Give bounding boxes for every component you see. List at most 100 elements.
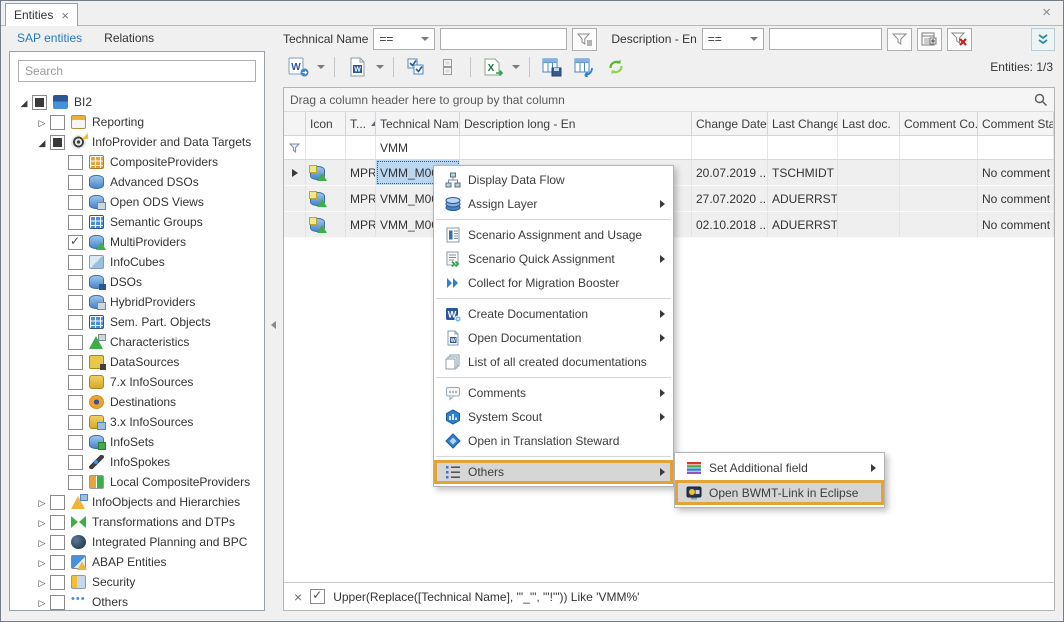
checkbox[interactable] — [68, 355, 83, 370]
tree-item-integrated-planning[interactable]: Integrated Planning and BPC — [10, 532, 264, 552]
checkbox[interactable] — [68, 155, 83, 170]
menu-item-system-scout[interactable]: System Scout — [434, 405, 673, 429]
menu-item-create-documentation[interactable]: W Create Documentation — [434, 302, 673, 326]
tree-item-infosets[interactable]: InfoSets — [10, 432, 264, 452]
tree-item-local-compositeproviders[interactable]: Local CompositeProviders — [10, 472, 264, 492]
tree-item-reporting[interactable]: Reporting — [10, 112, 264, 132]
checkbox[interactable] — [68, 375, 83, 390]
checkbox[interactable] — [68, 295, 83, 310]
filter-cell-last-change[interactable] — [768, 136, 838, 159]
menu-item-open-translation-steward[interactable]: Open in Translation Steward — [434, 429, 673, 453]
expand-icon[interactable] — [34, 535, 50, 549]
tree-item-multiproviders[interactable]: MultiProviders — [10, 232, 264, 252]
group-by-bar[interactable]: Drag a column header here to group by th… — [284, 88, 1054, 112]
export-excel-button[interactable]: X — [478, 55, 508, 79]
checkbox[interactable] — [68, 415, 83, 430]
filter-cell-description[interactable] — [460, 136, 692, 159]
checkbox[interactable] — [68, 215, 83, 230]
menu-item-display-data-flow[interactable]: Display Data Flow — [434, 168, 673, 192]
open-documentation-button[interactable]: W — [342, 55, 372, 79]
checkbox[interactable] — [50, 135, 65, 150]
filter-cell-icon[interactable] — [306, 136, 346, 159]
tree-item-characteristics[interactable]: Characteristics — [10, 332, 264, 352]
panel-splitter[interactable] — [267, 27, 281, 611]
column-header-change-date[interactable]: Change Date — [692, 112, 768, 135]
technical-name-filter-input[interactable] — [441, 29, 566, 49]
expand-icon[interactable] — [34, 595, 50, 609]
description-operator-select[interactable]: == — [702, 28, 764, 50]
checkbox[interactable] — [32, 95, 47, 110]
tab-sap-entities[interactable]: SAP entities — [11, 29, 94, 51]
menu-item-collect-migration-booster[interactable]: Collect for Migration Booster — [434, 271, 673, 295]
tree-item-advanced-dsos[interactable]: Advanced DSOs — [10, 172, 264, 192]
save-layout-button[interactable] — [537, 55, 567, 79]
checkbox[interactable] — [68, 475, 83, 490]
expand-icon[interactable] — [34, 495, 50, 509]
tree-item-3x-infosources[interactable]: 3.x InfoSources — [10, 412, 264, 432]
checkbox[interactable] — [50, 535, 65, 550]
export-dropdown[interactable] — [510, 55, 522, 79]
column-header-comment-co[interactable]: Comment Co... — [900, 112, 978, 135]
search-icon[interactable] — [1034, 93, 1048, 107]
menu-item-open-bwmt-link-in-eclipse[interactable]: Open BWMT-Link in Eclipse — [675, 480, 884, 505]
tab-entities[interactable]: Entities × — [5, 3, 78, 26]
tree-item-semantic-groups[interactable]: Semantic Groups — [10, 212, 264, 232]
tree-item-dsos[interactable]: DSOs — [10, 272, 264, 292]
column-header-technical-name[interactable]: Technical Name — [376, 112, 460, 135]
filter-cell-technical-name[interactable]: VMM — [376, 136, 460, 159]
expand-icon[interactable] — [34, 575, 50, 589]
restore-layout-button[interactable] — [569, 55, 599, 79]
checkbox[interactable] — [68, 175, 83, 190]
check-all-button[interactable] — [401, 55, 431, 79]
checkbox[interactable] — [68, 275, 83, 290]
description-filter-input[interactable] — [770, 29, 881, 49]
tree-item-infoprovider[interactable]: InfoProvider and Data Targets — [10, 132, 264, 152]
column-header-icon[interactable]: Icon — [306, 112, 346, 135]
menu-item-scenario-quick-assignment[interactable]: Scenario Quick Assignment — [434, 247, 673, 271]
menu-item-scenario-assignment[interactable]: Scenario Assignment and Usage — [434, 223, 673, 247]
tree-item-datasources[interactable]: DataSources — [10, 352, 264, 372]
remove-filter-icon[interactable]: × — [294, 590, 302, 604]
column-header-last-change[interactable]: Last Change... — [768, 112, 838, 135]
checkbox[interactable] — [50, 555, 65, 570]
tree-item-bi2[interactable]: BI2 — [10, 92, 264, 112]
checkbox[interactable] — [50, 115, 65, 130]
checkbox[interactable] — [68, 255, 83, 270]
description-filter-button[interactable] — [887, 28, 912, 51]
expand-icon[interactable] — [34, 515, 50, 529]
tree-item-sem-part-objects[interactable]: Sem. Part. Objects — [10, 312, 264, 332]
tree-item-others[interactable]: Others — [10, 592, 264, 611]
checkbox[interactable] — [68, 335, 83, 350]
expand-filter-panel-button[interactable] — [1031, 28, 1055, 51]
menu-item-list-of-documentations[interactable]: List of all created documentations — [434, 350, 673, 374]
tree-item-infocubes[interactable]: InfoCubes — [10, 252, 264, 272]
menu-item-comments[interactable]: Comments — [434, 381, 673, 405]
tree-item-7x-infosources[interactable]: 7.x InfoSources — [10, 372, 264, 392]
checkbox[interactable] — [50, 515, 65, 530]
refresh-button[interactable] — [601, 55, 631, 79]
filter-editor-button[interactable] — [917, 28, 942, 51]
uncheck-all-button[interactable] — [433, 55, 463, 79]
checkbox[interactable] — [68, 195, 83, 210]
filter-cell-comment-sta[interactable] — [978, 136, 1054, 159]
column-header-last-doc[interactable]: Last doc. — [838, 112, 900, 135]
filter-enabled-checkbox[interactable] — [310, 589, 325, 604]
checkbox[interactable] — [68, 235, 83, 250]
technical-name-operator-select[interactable]: == — [373, 28, 435, 50]
tree-item-destinations[interactable]: Destinations — [10, 392, 264, 412]
search-input[interactable] — [19, 61, 255, 81]
tree-item-open-ods-views[interactable]: Open ODS Views — [10, 192, 264, 212]
column-header-comment-sta[interactable]: Comment Sta... — [978, 112, 1054, 135]
create-documentation-button[interactable]: W — [283, 55, 313, 79]
clear-filter-button[interactable] — [947, 28, 972, 51]
menu-item-set-additional-field[interactable]: Set Additional field — [675, 455, 884, 480]
tree-item-compositeproviders[interactable]: CompositeProviders — [10, 152, 264, 172]
checkbox[interactable] — [68, 395, 83, 410]
expand-icon[interactable] — [16, 95, 32, 109]
tab-relations[interactable]: Relations — [98, 29, 166, 51]
expand-icon[interactable] — [34, 555, 50, 569]
menu-item-open-documentation[interactable]: W Open Documentation — [434, 326, 673, 350]
expand-icon[interactable] — [34, 135, 50, 149]
collapse-panel-icon[interactable] — [271, 321, 276, 329]
checkbox[interactable] — [50, 575, 65, 590]
